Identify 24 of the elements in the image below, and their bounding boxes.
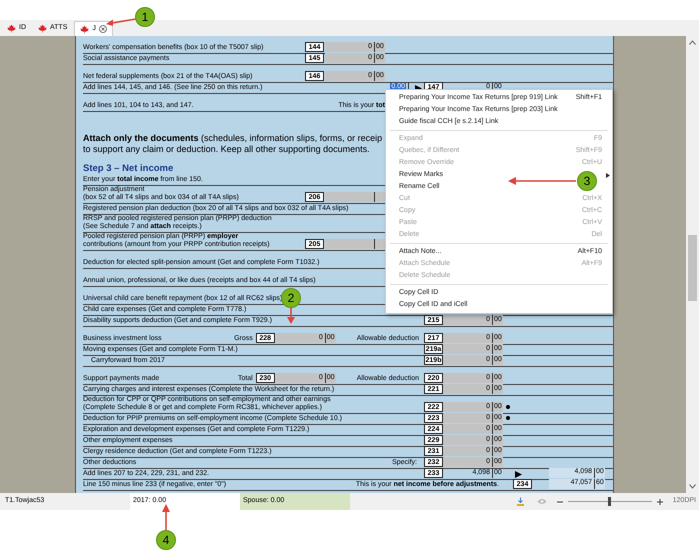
amount-field[interactable] bbox=[325, 192, 385, 202]
maple-leaf-icon bbox=[80, 24, 90, 34]
zoom-out-icon[interactable] bbox=[556, 498, 563, 504]
caret-down-icon[interactable] bbox=[689, 484, 696, 489]
callout-badge: 4 bbox=[156, 530, 176, 550]
scrollbar-thumb[interactable] bbox=[688, 235, 697, 301]
callout-arrow bbox=[161, 504, 171, 530]
note-text: Attach only the documents (schedules, information slips, forms, or receip bbox=[83, 133, 382, 144]
zoom-slider[interactable] bbox=[568, 497, 652, 506]
callout-badge: 1 bbox=[135, 7, 155, 27]
caret-up-icon[interactable] bbox=[689, 40, 696, 45]
callout-arrow bbox=[508, 176, 576, 186]
note-text: to support any claim or deduction. Keep all other supporting documents. bbox=[83, 144, 370, 155]
close-icon[interactable] bbox=[98, 25, 107, 33]
amount-field[interactable] bbox=[325, 239, 385, 249]
download-icon[interactable] bbox=[516, 497, 525, 506]
section-heading: Step 3 – Net income bbox=[83, 163, 174, 175]
callout-arrow bbox=[106, 18, 136, 26]
maple-leaf-icon bbox=[38, 24, 47, 33]
slider-thumb[interactable] bbox=[608, 497, 612, 506]
maple-leaf-icon bbox=[7, 24, 16, 33]
callout-arrow bbox=[286, 308, 296, 324]
submenu-caret-icon bbox=[606, 172, 610, 178]
zoom-in-icon[interactable] bbox=[656, 498, 663, 504]
